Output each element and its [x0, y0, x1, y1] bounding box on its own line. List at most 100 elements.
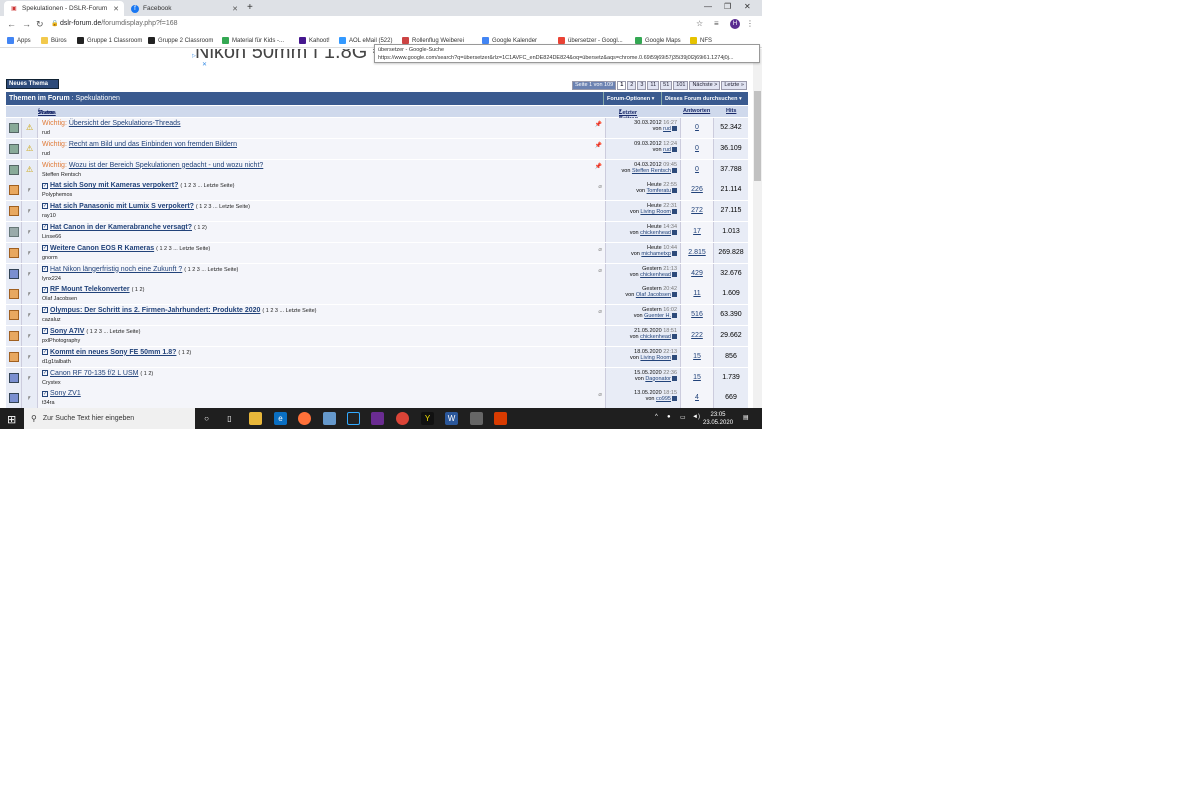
office-icon[interactable] [494, 412, 507, 425]
thread-pages[interactable]: ( 1 2) [132, 287, 145, 293]
windows-start-icon[interactable]: ⊞ [7, 413, 16, 426]
replies-count[interactable]: 15 [681, 346, 714, 367]
go-to-last-post-icon[interactable] [672, 230, 677, 236]
thread-title-link[interactable]: RF Mount Telekonverter [50, 286, 130, 293]
last-post-author[interactable]: rud [663, 126, 671, 132]
thread-title-link[interactable]: Übersicht der Spekulations-Threads [69, 120, 181, 127]
go-to-last-post-icon[interactable] [672, 271, 677, 277]
page-link[interactable]: 51 [660, 81, 673, 90]
thread-author[interactable]: rud [42, 130, 50, 136]
thread-title-link[interactable]: Sony ZV1 [50, 390, 81, 397]
thread-author[interactable]: t34ra [42, 400, 55, 406]
thread-author[interactable]: d1g1talbath [42, 359, 71, 365]
close-window-icon[interactable]: ✕ [744, 2, 751, 11]
last-post-author[interactable]: chickenhead [640, 230, 671, 236]
thread-pages[interactable]: ( 1 2 3 ... Letzte Seite) [86, 329, 140, 335]
last-post-author[interactable]: Living Room [640, 209, 671, 215]
thread-title-link[interactable]: Weitere Canon EOS R Kameras [50, 245, 154, 252]
thread-author[interactable]: Polyphemos [42, 192, 72, 198]
thread-pages[interactable]: ( 1 2 3 ... Letzte Seite) [180, 183, 234, 189]
go-to-last-post-icon[interactable] [672, 396, 677, 402]
thread-author[interactable]: pxlPhotography [42, 338, 80, 344]
thread-title-link[interactable]: Olympus: Der Schritt ins 2. Firmen-Jahrh… [50, 307, 260, 314]
task-view-icon[interactable]: ▯ [223, 412, 236, 425]
media-icon[interactable]: ≡ [714, 19, 719, 28]
page-link[interactable]: 11 [647, 81, 660, 90]
app-icon[interactable] [323, 412, 336, 425]
replies-count[interactable]: 15 [681, 367, 714, 388]
bookmark-maps[interactable]: Google Maps [635, 37, 681, 44]
menu-icon[interactable]: ⋮ [746, 19, 754, 28]
replies-count[interactable]: 17 [681, 222, 714, 242]
thread-author[interactable]: Crystex [42, 380, 61, 386]
firefox-icon[interactable] [298, 412, 311, 425]
replies-count[interactable]: 222 [681, 326, 714, 346]
last-post-author[interactable]: Living Room [640, 355, 671, 361]
last-post-author[interactable]: rud [663, 147, 671, 153]
thread-author[interactable]: rud [42, 151, 50, 157]
close-tab-icon[interactable]: ✕ [232, 5, 238, 13]
bookmark-material[interactable]: Material für Kids -... [222, 37, 284, 44]
edge-icon[interactable]: e [274, 412, 287, 425]
last-post-author[interactable]: michametxp [641, 251, 671, 257]
tab-dslr-forum[interactable]: ▣ Spekulationen - DSLR-Forum ✕ [4, 1, 124, 16]
thread-author[interactable]: gnorm [42, 255, 58, 261]
tray-volume-icon[interactable]: ◄) [692, 414, 700, 420]
go-to-last-post-icon[interactable] [672, 354, 677, 360]
tray-app-icon[interactable]: ● [667, 414, 671, 420]
thread-pages[interactable]: ( 1 2) [140, 371, 153, 377]
scrollbar-thumb[interactable] [754, 91, 761, 181]
thread-author[interactable]: lynx224 [42, 276, 61, 282]
replies-count[interactable]: 516 [681, 305, 714, 326]
replies-count[interactable]: 11 [681, 284, 714, 305]
last-post-author[interactable]: Guenter H. [644, 313, 671, 319]
tray-chevron-icon[interactable]: ^ [655, 414, 658, 420]
replies-count[interactable]: 272 [681, 201, 714, 222]
replies-count[interactable]: 429 [681, 263, 714, 284]
thread-title-link[interactable]: Kommt ein neues Sony FE 50mm 1.8? [50, 349, 176, 356]
notification-icon[interactable]: ▤ [743, 414, 749, 421]
go-to-last-post-icon[interactable] [672, 126, 677, 132]
reload-icon[interactable]: ↻ [36, 19, 44, 30]
thread-pages[interactable]: ( 1 2 3 ... Letzte Seite) [184, 267, 238, 273]
bookmark-nfs[interactable]: NFS [690, 37, 712, 44]
bookmark-bueros[interactable]: Büros [41, 37, 67, 44]
cortana-icon[interactable]: ○ [200, 412, 213, 425]
avatar[interactable]: H [730, 19, 740, 29]
last-page-link[interactable]: Letzte » [721, 81, 747, 90]
minimize-icon[interactable]: — [704, 2, 712, 11]
go-to-last-post-icon[interactable] [672, 209, 677, 215]
next-page-link[interactable]: Nächste > [689, 81, 721, 90]
replies-count[interactable]: 0 [681, 118, 714, 138]
page-link[interactable]: 2 [627, 81, 637, 90]
page-link[interactable]: 1 [617, 81, 627, 90]
thread-title-link[interactable]: Canon RF 70-135 f/2 L USM [50, 370, 138, 377]
last-post-author[interactable]: chickenhead [640, 272, 671, 278]
last-post-author[interactable]: Tomferatu [647, 188, 671, 194]
sort-last-post[interactable]: Letzter Beitrag ▾ [619, 108, 638, 122]
go-to-last-post-icon[interactable] [672, 146, 677, 152]
thread-pages[interactable]: ( 1 2 3 ... Letzte Seite) [156, 246, 210, 252]
word-icon[interactable]: W [445, 412, 458, 425]
thread-author[interactable]: ray10 [42, 213, 56, 219]
tray-network-icon[interactable]: ▭ [680, 414, 686, 421]
taskbar-search-box[interactable]: ⚲ Zur Suche Text hier eingeben [24, 408, 195, 429]
bookmark-gruppe2[interactable]: Gruppe 2 Classroom [148, 37, 213, 44]
tab-facebook[interactable]: f Facebook ✕ [125, 1, 243, 16]
sort-thread[interactable]: Thema / Autor [38, 108, 56, 116]
go-to-last-post-icon[interactable] [672, 188, 677, 194]
replies-count[interactable]: 0 [681, 138, 714, 159]
page-scrollbar[interactable] [753, 49, 762, 408]
replies-count[interactable]: 226 [681, 180, 714, 201]
sort-hits[interactable]: Hits [726, 108, 736, 114]
thread-pages[interactable]: ( 1 2) [178, 350, 191, 356]
file-explorer-icon[interactable] [249, 412, 262, 425]
taskbar-clock[interactable]: 23:05 23.05.2020 [703, 411, 733, 427]
page-link[interactable]: 101 [673, 81, 689, 90]
new-thread-button[interactable]: Neues Thema [6, 79, 59, 89]
thread-title-link[interactable]: Sony A7IV [50, 328, 84, 335]
go-to-last-post-icon[interactable] [672, 313, 677, 319]
thread-title-link[interactable]: Hat sich Panasonic mit Lumix S verpokert… [50, 203, 194, 210]
ad-info-icon[interactable]: ▷ [192, 53, 196, 59]
thread-title-link[interactable]: Hat Canon in der Kamerabranche versagt? [50, 224, 192, 231]
